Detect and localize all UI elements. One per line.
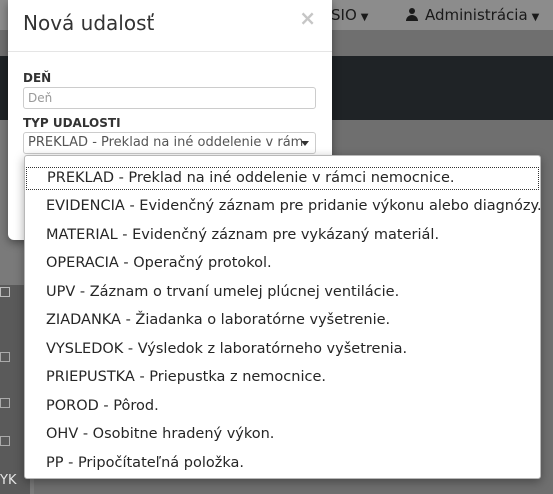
typ-udalosti-select[interactable]: PREKLAD - Preklad na iné oddelenie v rám — [23, 132, 316, 154]
dropdown-option-material[interactable]: MATERIAL - Evidenčný záznam pre vykázaný… — [25, 224, 540, 253]
chevron-down-icon: ▼ — [360, 12, 369, 23]
nav-item-sio-label: SIO — [331, 6, 357, 24]
dropdown-option-porod[interactable]: POROD - Pôrod. — [25, 395, 540, 424]
typ-udalosti-label: TYP UDALOSTI — [23, 116, 121, 130]
close-icon[interactable]: × — [299, 6, 316, 30]
den-label: DEŇ — [23, 71, 52, 85]
typ-udalosti-dropdown: PREKLAD - Preklad na iné oddelenie v rám… — [24, 155, 542, 481]
dropdown-option-pp[interactable]: PP - Pripočítateľná položka. — [25, 452, 540, 481]
dropdown-option-upv[interactable]: UPV - Záznam o trvaní umelej plúcnej ven… — [25, 281, 540, 310]
chevron-down-icon: ▼ — [531, 12, 540, 23]
typ-udalosti-selected-value: PREKLAD - Preklad na iné oddelenie v rám — [28, 135, 304, 150]
row-marker-icon — [0, 398, 10, 408]
left-column-label: YK — [0, 473, 17, 488]
dropdown-option-operacia[interactable]: OPERACIA - Operačný protokol. — [25, 252, 540, 281]
row-marker-icon — [0, 436, 10, 446]
dropdown-option-preklad[interactable]: PREKLAD - Preklad na iné oddelenie v rám… — [26, 167, 539, 190]
chevron-down-icon — [301, 141, 309, 146]
nav-item-administracia-label: Administrácia — [425, 6, 528, 24]
dropdown-option-ohv[interactable]: OHV - Osobitne hradený výkon. — [25, 423, 540, 452]
dropdown-option-priepustka[interactable]: PRIEPUSTKA - Priepustka z nemocnice. — [25, 366, 540, 395]
dropdown-option-vysledok[interactable]: VYSLEDOK - Výsledok z laboratórneho vyše… — [25, 338, 540, 367]
nav-item-administracia[interactable]: Administrácia ▼ — [405, 6, 539, 24]
trash-icon — [0, 287, 10, 297]
modal-title: Nová udalosť — [23, 11, 155, 35]
row-marker-icon — [0, 352, 10, 362]
den-input[interactable] — [23, 87, 316, 109]
user-icon — [405, 8, 419, 21]
modal-header: Nová udalosť × — [8, 0, 332, 52]
dropdown-option-evidencia[interactable]: EVIDENCIA - Evidenčný záznam pre pridani… — [25, 195, 542, 224]
nav-item-sio[interactable]: SIO ▼ — [331, 6, 368, 24]
dropdown-option-ziadanka[interactable]: ZIADANKA - Žiadanka o laboratórne vyšetr… — [25, 309, 540, 338]
